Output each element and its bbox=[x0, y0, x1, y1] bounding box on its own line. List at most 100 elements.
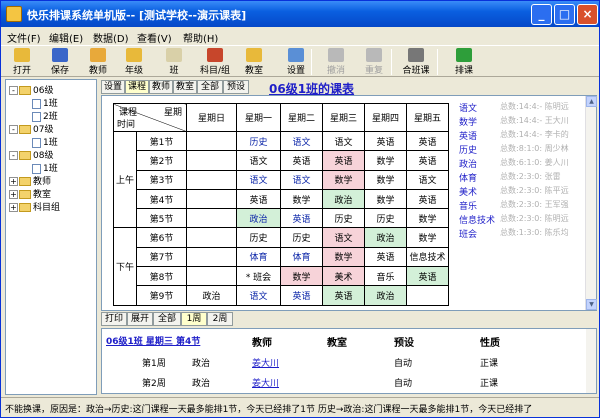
schedule-cell[interactable]: 历史 bbox=[236, 130, 281, 152]
menu-view[interactable]: 查看(V) bbox=[137, 30, 172, 45]
summary-subject[interactable]: 信息技术 bbox=[459, 213, 495, 226]
schedule-cell[interactable] bbox=[186, 266, 237, 287]
schedule-cell[interactable]: 语文 bbox=[236, 150, 281, 171]
schedule-cell[interactable]: 语文 bbox=[280, 169, 323, 190]
tab-top-0[interactable]: 设置 bbox=[101, 80, 125, 94]
schedule-cell[interactable]: 数学 bbox=[406, 208, 449, 229]
tree-node-class08-1[interactable]: 1班 bbox=[32, 161, 58, 174]
toolbar-button-6[interactable]: 教室 bbox=[237, 47, 271, 77]
schedule-cell[interactable]: 语文 bbox=[236, 285, 281, 306]
schedule-cell[interactable]: 数学 bbox=[364, 169, 407, 190]
tab-top-1[interactable]: 课程 bbox=[125, 80, 149, 94]
menu-help[interactable]: 帮助(H) bbox=[183, 30, 218, 45]
day-header[interactable]: 星期二 bbox=[280, 103, 323, 132]
schedule-cell[interactable]: 历史 bbox=[322, 208, 365, 229]
tab-bottom-4[interactable]: 2周 bbox=[207, 312, 233, 326]
schedule-cell[interactable]: 语文 bbox=[322, 227, 365, 248]
schedule-cell[interactable]: 语文 bbox=[236, 169, 281, 190]
schedule-cell[interactable] bbox=[186, 150, 237, 171]
schedule-cell[interactable]: 体育 bbox=[236, 246, 281, 268]
schedule-cell[interactable]: 体育 bbox=[280, 246, 323, 268]
schedule-cell[interactable]: 数学 bbox=[364, 150, 407, 171]
toolbar-button-0[interactable]: 打开 bbox=[5, 47, 39, 77]
toolbar-button-1[interactable]: 保存 bbox=[43, 47, 77, 77]
summary-subject[interactable]: 语文 bbox=[459, 101, 477, 114]
summary-subject[interactable]: 政治 bbox=[459, 157, 477, 170]
summary-subject[interactable]: 班会 bbox=[459, 227, 477, 240]
schedule-cell[interactable]: 数学 bbox=[406, 227, 449, 248]
schedule-cell[interactable]: 英语 bbox=[406, 188, 449, 210]
schedule-cell[interactable]: 政治 bbox=[364, 285, 407, 306]
schedule-cell[interactable]: 英语 bbox=[322, 285, 365, 306]
schedule-cell[interactable] bbox=[186, 130, 237, 152]
schedule-cell[interactable] bbox=[186, 208, 237, 229]
schedule-cell[interactable]: 英语 bbox=[280, 285, 323, 306]
toolbar-button-7[interactable]: 设置 bbox=[279, 47, 313, 77]
tab-top-2[interactable]: 教师 bbox=[149, 80, 173, 94]
schedule-cell[interactable]: 英语 bbox=[406, 150, 449, 171]
day-header[interactable]: 星期三 bbox=[322, 103, 365, 132]
toolbar-button-8[interactable]: 撤消 bbox=[319, 47, 353, 77]
tree-node-class06-1[interactable]: 1班 bbox=[32, 96, 58, 109]
toolbar-button-10[interactable]: 合班课 bbox=[399, 47, 433, 77]
schedule-cell[interactable]: 数学 bbox=[364, 188, 407, 210]
toolbar-button-9[interactable]: 重复 bbox=[357, 47, 391, 77]
tab-bottom-0[interactable]: 打印 bbox=[101, 312, 127, 326]
detail-row-teacher[interactable]: 姜大川 bbox=[252, 376, 279, 389]
maximize-button[interactable]: □ bbox=[554, 4, 575, 25]
schedule-cell[interactable]: 英语 bbox=[406, 266, 449, 287]
schedule-cell[interactable]: 语文 bbox=[406, 169, 449, 190]
scroll-down-icon[interactable]: ▼ bbox=[586, 299, 597, 310]
tree-node-grade07[interactable]: -07级 bbox=[9, 122, 53, 135]
scroll-up-icon[interactable]: ▲ bbox=[586, 96, 597, 107]
schedule-cell[interactable] bbox=[186, 169, 237, 190]
tab-bottom-1[interactable]: 展开 bbox=[127, 312, 153, 326]
schedule-cell[interactable]: 英语 bbox=[364, 130, 407, 152]
day-header[interactable]: 星期一 bbox=[236, 103, 281, 132]
schedule-cell[interactable]: 历史 bbox=[236, 227, 281, 248]
schedule-cell[interactable]: 美术 bbox=[322, 266, 365, 287]
toolbar-button-5[interactable]: 科目/组 bbox=[195, 47, 235, 77]
schedule-cell[interactable]: 英语 bbox=[322, 150, 365, 171]
schedule-cell[interactable]: 英语 bbox=[364, 246, 407, 268]
schedule-cell[interactable]: 数学 bbox=[280, 266, 323, 287]
detail-header-slot[interactable]: 06级1班 星期三 第4节 bbox=[106, 334, 200, 347]
tree-node-class06-2[interactable]: 2班 bbox=[32, 109, 58, 122]
summary-subject[interactable]: 数学 bbox=[459, 115, 477, 128]
schedule-cell[interactable] bbox=[186, 246, 237, 268]
summary-subject[interactable]: 音乐 bbox=[459, 199, 477, 212]
day-header[interactable]: 星期四 bbox=[364, 103, 407, 132]
day-header[interactable]: 星期五 bbox=[406, 103, 449, 132]
summary-subject[interactable]: 体育 bbox=[459, 171, 477, 184]
tree-node-grade08[interactable]: -08级 bbox=[9, 148, 53, 161]
schedule-cell[interactable]: 英语 bbox=[406, 130, 449, 152]
day-header[interactable]: 星期日 bbox=[186, 103, 237, 132]
schedule-cell[interactable] bbox=[186, 188, 237, 210]
menu-file[interactable]: 文件(F) bbox=[7, 30, 41, 45]
schedule-cell[interactable]: 数学 bbox=[322, 169, 365, 190]
tab-top-4[interactable]: 全部 bbox=[197, 80, 223, 94]
toolbar-button-2[interactable]: 教师 bbox=[81, 47, 115, 77]
grid-scrollbar[interactable]: ▲ ▼ bbox=[585, 96, 597, 310]
schedule-cell[interactable]: 语文 bbox=[322, 130, 365, 152]
schedule-cell[interactable]: 数学 bbox=[280, 188, 323, 210]
tab-bottom-3[interactable]: 1周 bbox=[181, 312, 207, 326]
summary-subject[interactable]: 美术 bbox=[459, 185, 477, 198]
schedule-cell[interactable]: 政治 bbox=[364, 227, 407, 248]
minimize-button[interactable]: _ bbox=[531, 4, 552, 25]
schedule-cell[interactable]: 政治 bbox=[236, 208, 281, 229]
tree-node-grade06[interactable]: -06级 bbox=[9, 83, 53, 96]
schedule-cell[interactable]: 音乐 bbox=[364, 266, 407, 287]
schedule-cell[interactable]: 数学 bbox=[322, 246, 365, 268]
detail-list-scrollbar[interactable] bbox=[586, 329, 596, 393]
schedule-cell[interactable] bbox=[186, 227, 237, 248]
schedule-cell[interactable] bbox=[406, 285, 449, 306]
schedule-cell[interactable]: 语文 bbox=[280, 130, 323, 152]
schedule-cell[interactable]: 政治 bbox=[186, 285, 237, 306]
schedule-cell[interactable]: 信息技术 bbox=[406, 246, 449, 268]
tab-top-3[interactable]: 教室 bbox=[173, 80, 197, 94]
toolbar-button-3[interactable]: 年级 bbox=[117, 47, 151, 77]
tree-node-teachers[interactable]: + 教师 bbox=[9, 174, 51, 187]
detail-row-teacher[interactable]: 姜大川 bbox=[252, 356, 279, 369]
schedule-cell[interactable]: 历史 bbox=[364, 208, 407, 229]
